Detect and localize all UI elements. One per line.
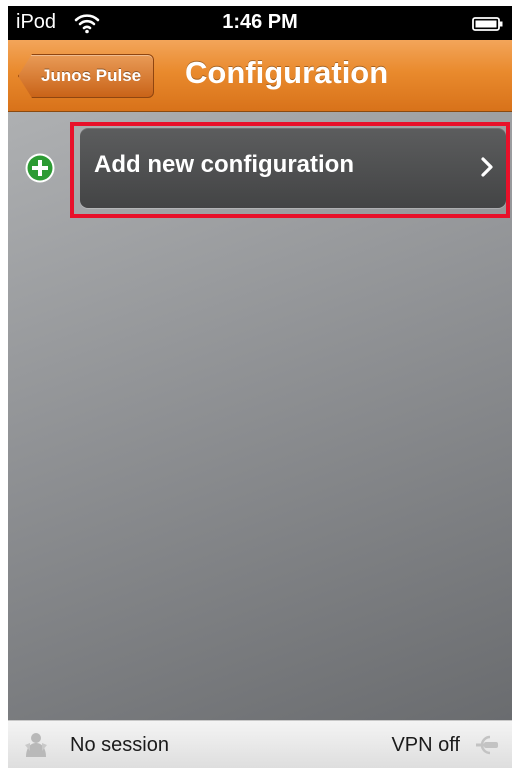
highlight-box (70, 122, 510, 218)
session-status-icon (25, 733, 47, 757)
battery-icon (472, 17, 503, 31)
status-bar: iPod 1:46 PM (8, 6, 512, 40)
vpn-plug-icon (476, 735, 498, 755)
back-button[interactable]: Junos Pulse (18, 54, 155, 98)
back-button-label: Junos Pulse (41, 66, 142, 85)
status-time: 1:46 PM (222, 11, 298, 33)
session-status-text: No session (70, 734, 169, 756)
session-status-bar: No session VPN off (8, 720, 512, 768)
page-title: Configuration (185, 55, 389, 90)
navigation-bar: Junos Pulse Configuration (8, 40, 512, 112)
vpn-status-text: VPN off (391, 734, 460, 756)
configuration-list: Add new configuration (8, 112, 512, 720)
plus-circle-icon[interactable] (24, 152, 56, 184)
